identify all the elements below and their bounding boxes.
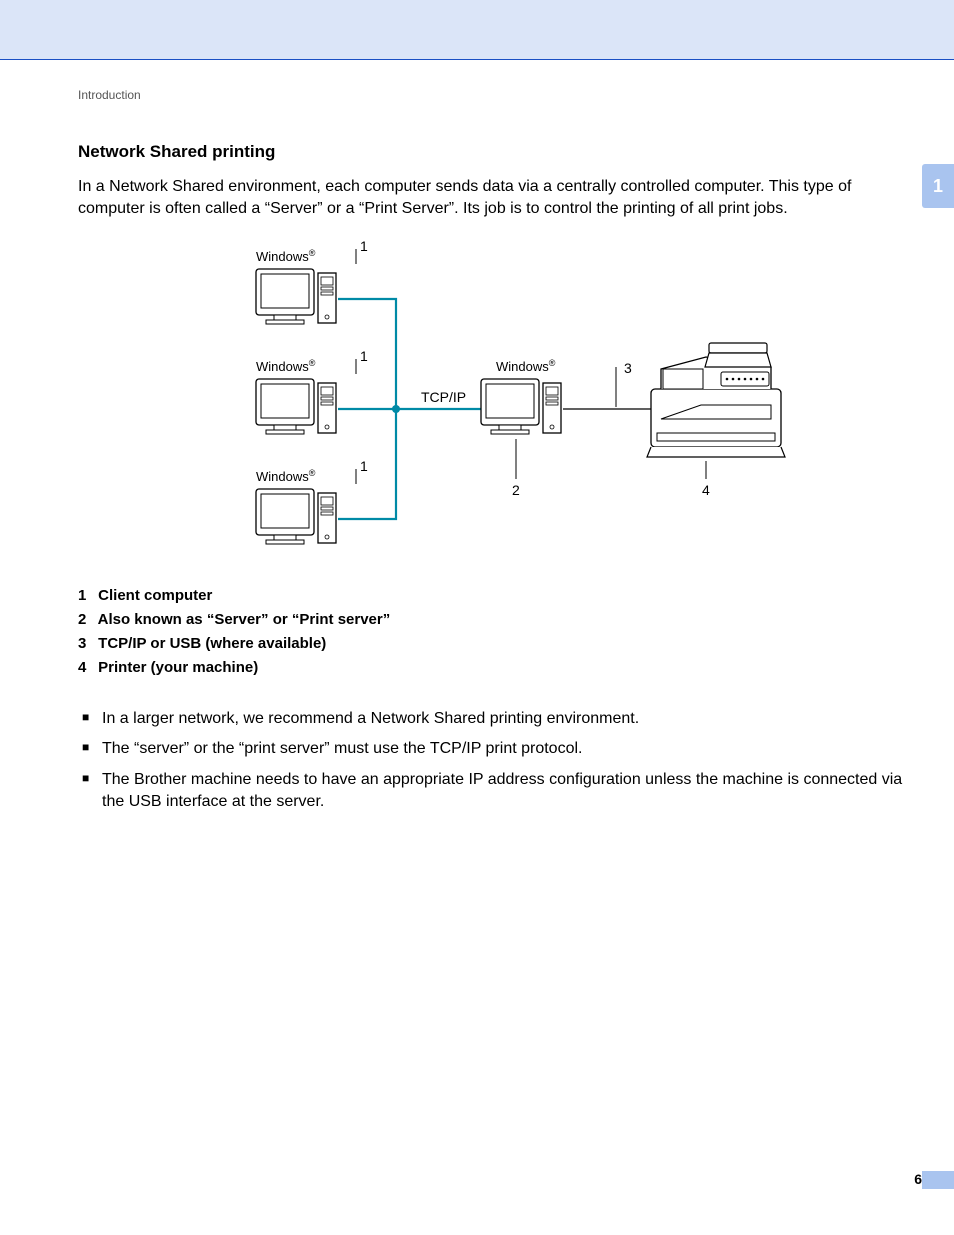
page-number: 6 <box>914 1171 922 1187</box>
callout-2: 2 <box>512 482 520 498</box>
diagram-legend: 1 Client computer 2 Also known as “Serve… <box>78 587 904 676</box>
network-diagram: 1 1 1 Windows® Windows® Windows® TCP/IP … <box>196 239 786 569</box>
legend-text: Client computer <box>98 587 212 604</box>
bullet-item: In a larger network, we recommend a Netw… <box>78 708 904 730</box>
legend-item: 4 Printer (your machine) <box>78 659 904 676</box>
bullet-list: In a larger network, we recommend a Netw… <box>78 708 904 814</box>
legend-num: 1 <box>78 587 94 604</box>
breadcrumb: Introduction <box>78 88 904 102</box>
legend-text: TCP/IP or USB (where available) <box>98 635 326 652</box>
bullet-item: The Brother machine needs to have an app… <box>78 769 904 814</box>
callout-1c: 1 <box>360 458 368 474</box>
section-title: Network Shared printing <box>78 142 904 162</box>
callout-1a: 1 <box>360 239 368 254</box>
header-band <box>0 0 954 60</box>
printer-icon <box>647 343 785 457</box>
legend-num: 3 <box>78 635 94 652</box>
legend-item: 3 TCP/IP or USB (where available) <box>78 635 904 652</box>
callout-4: 4 <box>702 482 710 498</box>
server-os: Windows® <box>496 358 556 374</box>
legend-text: Printer (your machine) <box>98 659 258 676</box>
callout-3: 3 <box>624 360 632 376</box>
intro-paragraph: In a Network Shared environment, each co… <box>78 176 904 221</box>
page-tab-bottom <box>922 1171 954 1189</box>
client-os-3: Windows® <box>256 468 316 484</box>
legend-item: 2 Also known as “Server” or “Print serve… <box>78 611 904 628</box>
client-os-1: Windows® <box>256 248 316 264</box>
legend-text: Also known as “Server” or “Print server” <box>98 611 391 628</box>
client-os-2: Windows® <box>256 358 316 374</box>
protocol-label: TCP/IP <box>421 389 466 405</box>
bullet-item: The “server” or the “print server” must … <box>78 738 904 760</box>
callout-1b: 1 <box>360 348 368 364</box>
legend-num: 2 <box>78 611 94 628</box>
legend-item: 1 Client computer <box>78 587 904 604</box>
legend-num: 4 <box>78 659 94 676</box>
page-content: Introduction Network Shared printing In … <box>0 60 954 813</box>
